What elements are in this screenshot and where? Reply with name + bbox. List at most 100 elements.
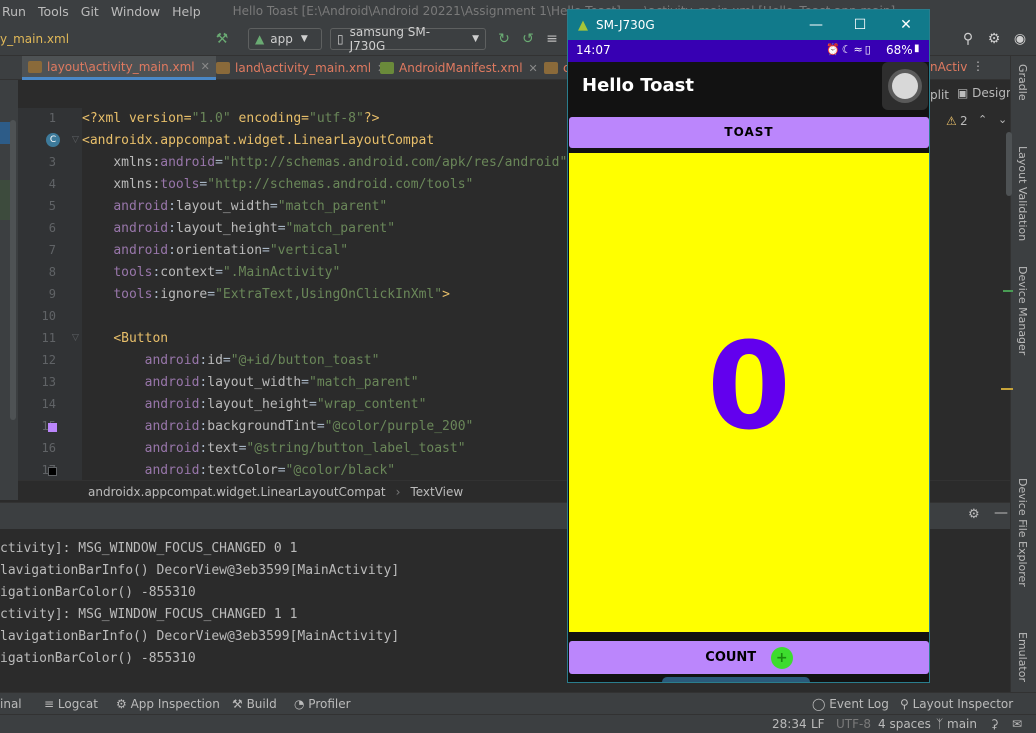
file-icon <box>544 62 558 74</box>
emulator-title-bar[interactable]: ▲ SM-J730G — ☐ ✕ <box>568 10 929 40</box>
tool-tab-layout-inspector[interactable]: ⚲ Layout Inspector <box>900 697 1013 711</box>
fold-icon[interactable]: ▽ <box>72 135 79 145</box>
log-scrollbar[interactable] <box>10 120 16 420</box>
project-marker <box>0 122 10 144</box>
class-icon[interactable]: C <box>46 133 60 147</box>
code-line: <?xml version="1.0" encoding="utf-8"?> <box>82 111 380 126</box>
gear-icon[interactable]: ⚙ <box>968 507 980 522</box>
tool-tab-device-manager[interactable]: Device Manager <box>1016 266 1029 355</box>
tab-android-manifest[interactable]: AndroidManifest.xml ✕ <box>374 56 544 80</box>
tool-tab-layout-validation[interactable]: Layout Validation <box>1016 146 1029 241</box>
close-icon[interactable]: ✕ <box>529 62 538 75</box>
editor-scrollbar[interactable] <box>1006 132 1012 196</box>
log-line: lavigationBarInfo() DecorView@3eb3599[Ma… <box>0 563 400 578</box>
lock-icon[interactable]: ⚳ <box>990 717 999 731</box>
maximize-button[interactable]: ☐ <box>850 16 870 34</box>
hidden-tab-label[interactable]: nActiv <box>930 60 967 74</box>
nav-handle[interactable] <box>662 677 810 682</box>
tool-tab-device-file-explorer[interactable]: Device File Explorer <box>1016 478 1029 587</box>
menu-tools[interactable]: Tools <box>38 4 69 19</box>
search-icon[interactable]: ⚲ <box>960 31 976 47</box>
run-config-select[interactable]: ▲ app ▼ <box>248 28 322 50</box>
tool-tab-gradle[interactable]: Gradle <box>1016 64 1029 101</box>
tab-label: land\activity_main.xml <box>235 61 372 75</box>
apply-changes-icon[interactable]: ↺ <box>520 31 536 47</box>
event-log-label: Event Log <box>829 697 889 711</box>
xml-file-icon <box>28 60 42 73</box>
code-line: xmlns:tools="http://schemas.android.com/… <box>113 177 474 192</box>
line-number: 1 <box>48 111 56 125</box>
close-button[interactable]: ✕ <box>896 16 916 34</box>
status-bar: 28:34 LF UTF-8 4 spaces ᛉ main ⚳ ✉ <box>0 714 1036 733</box>
inspector-icon: ⚲ <box>900 697 913 711</box>
log-line: igationBarColor() -855310 <box>0 585 196 600</box>
plus-circle-icon: + <box>770 646 793 669</box>
breadcrumb-child[interactable]: TextView <box>410 485 463 499</box>
phone-icon: ▯ <box>337 32 344 46</box>
app-inspection-label: App Inspection <box>130 697 220 711</box>
code-line: android:layout_height="wrap_content" <box>144 397 427 412</box>
notifications-icon[interactable]: ✉ <box>1012 717 1022 731</box>
menu-help[interactable]: Help <box>172 4 201 19</box>
cursor-position[interactable]: 28:34 <box>772 717 807 731</box>
speech-bubble-icon: ◯ <box>812 697 830 711</box>
xml-file-icon <box>216 62 230 74</box>
log-line: lavigationBarInfo() DecorView@3eb3599[Ma… <box>0 629 400 644</box>
indent-setting[interactable]: 4 spaces <box>878 717 931 731</box>
battery-level: 68% <box>886 43 913 57</box>
minimize-button[interactable]: — <box>806 16 826 34</box>
tool-tab-event-log[interactable]: ◯ Event Log <box>812 697 889 711</box>
signal-icons: ⏰☾≈▯ <box>826 43 873 56</box>
color-swatch-black[interactable] <box>48 467 57 476</box>
menu-run[interactable]: Run <box>2 4 26 19</box>
scroll-marker-yellow <box>1001 388 1013 390</box>
tab-layout-activity-main[interactable]: layout\activity_main.xml ✕ <box>22 56 216 80</box>
design-view-button[interactable]: ▣ Design <box>957 86 1014 100</box>
emulator-control-icon[interactable] <box>882 62 928 110</box>
app-title: Hello Toast <box>582 75 694 96</box>
fold-icon[interactable]: ▽ <box>72 333 79 343</box>
warning-count: 2 <box>960 114 968 128</box>
tool-tab-app-inspection[interactable]: ⚙ App Inspection <box>116 697 220 711</box>
line-separator[interactable]: LF <box>811 717 825 731</box>
code-line: <Button <box>113 331 169 346</box>
tool-tab-logcat[interactable]: ≡ Logcat <box>44 697 98 711</box>
account-icon[interactable]: ◉ <box>1012 31 1028 47</box>
close-icon[interactable]: ✕ <box>201 60 210 73</box>
menu-lines-icon[interactable]: ≡ <box>544 31 560 47</box>
tool-tab-build[interactable]: ⚒ Build <box>232 697 277 711</box>
log-line: igationBarColor() -855310 <box>0 651 196 666</box>
tool-tab-terminal[interactable]: inal <box>0 697 22 711</box>
chevron-up-icon[interactable]: ⌃ <box>978 113 987 126</box>
line-number: 5 <box>48 199 56 213</box>
tab-label: layout\activity_main.xml <box>47 59 195 74</box>
chevron-right-icon: › <box>395 484 401 499</box>
chevron-down-icon[interactable]: ⌄ <box>998 113 1007 126</box>
code-line: xmlns:android="http://schemas.android.co… <box>113 155 568 170</box>
code-editor[interactable]: <?xml version="1.0" encoding="utf-8"?> <… <box>82 108 570 480</box>
color-swatch-purple[interactable] <box>48 423 57 432</box>
device-select[interactable]: ▯ samsung SM-J730G ▼ <box>330 25 486 53</box>
split-view-button[interactable]: plit <box>930 88 949 102</box>
gear-icon[interactable]: ⚙ <box>986 31 1002 47</box>
minimize-icon[interactable]: — <box>994 505 1008 521</box>
bug-icon: ⚙ <box>116 697 131 711</box>
tab-land-activity-main[interactable]: land\activity_main.xml ✕ <box>210 56 392 80</box>
code-line: android:orientation="vertical" <box>113 243 349 258</box>
menu-window[interactable]: Window <box>111 4 160 19</box>
tool-tab-profiler[interactable]: ◔ Profiler <box>294 697 351 711</box>
toast-button[interactable]: TOAST <box>569 117 929 148</box>
tabs-menu-icon[interactable]: ⋮ <box>972 59 984 73</box>
count-button[interactable]: COUNT + <box>569 641 929 674</box>
profiler-label: Profiler <box>308 697 351 711</box>
rerun-icon[interactable]: ↻ <box>496 31 512 47</box>
git-branch[interactable]: ᛉ main <box>936 717 977 731</box>
menu-git[interactable]: Git <box>81 4 99 19</box>
warning-icon[interactable]: ⚠ <box>946 114 957 128</box>
file-encoding[interactable]: UTF-8 <box>836 717 871 731</box>
tool-tab-emulator[interactable]: Emulator <box>1016 632 1029 682</box>
hammer-icon[interactable]: ⚒ <box>214 31 230 47</box>
change-marker <box>0 180 10 220</box>
logcat-label: Logcat <box>57 697 98 711</box>
breadcrumb-parent[interactable]: androidx.appcompat.widget.LinearLayoutCo… <box>88 485 386 499</box>
